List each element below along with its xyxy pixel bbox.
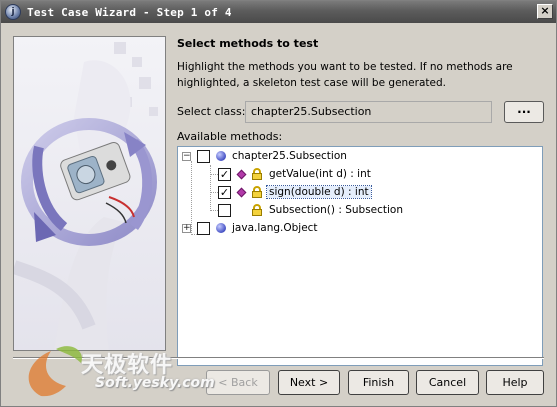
lock-icon bbox=[252, 168, 262, 180]
tree-checkbox[interactable] bbox=[197, 221, 210, 235]
browse-button[interactable]: ... bbox=[504, 101, 544, 123]
lock-icon bbox=[252, 204, 262, 216]
methods-tree[interactable]: − chapter25.Subsection ✓ getValue(int d)… bbox=[177, 146, 543, 366]
tree-checkbox[interactable] bbox=[197, 149, 210, 163]
tree-node-label: chapter25.Subsection bbox=[232, 150, 347, 162]
close-button[interactable]: × bbox=[537, 4, 553, 19]
select-class-row: Select class: chapter25.Subsection ... bbox=[177, 101, 547, 123]
cancel-button[interactable]: Cancel bbox=[416, 370, 479, 395]
tree-node-label: sign(double d) : int bbox=[266, 185, 372, 199]
tree-node-label: java.lang.Object bbox=[232, 222, 318, 234]
tree-node-method[interactable]: ✓ getValue(int d) : int bbox=[218, 165, 371, 183]
method-diamond-icon bbox=[236, 187, 247, 197]
finish-button[interactable]: Finish bbox=[348, 370, 409, 395]
tree-node-label: Subsection() : Subsection bbox=[269, 204, 404, 216]
tree-checkbox[interactable]: ✓ bbox=[218, 167, 231, 181]
page-description: Highlight the methods you want to be tes… bbox=[177, 61, 513, 89]
page-heading: Select methods to test bbox=[177, 37, 319, 50]
tree-guide-line bbox=[210, 165, 211, 211]
select-class-field[interactable]: chapter25.Subsection bbox=[245, 101, 492, 123]
available-methods-label: Available methods: bbox=[177, 130, 283, 143]
help-button[interactable]: Help bbox=[486, 370, 544, 395]
method-diamond-icon bbox=[236, 169, 247, 179]
wizard-illustration bbox=[13, 36, 166, 351]
next-button[interactable]: Next > bbox=[278, 370, 340, 395]
back-button[interactable]: < Back bbox=[206, 370, 270, 395]
tree-node-class[interactable]: + java.lang.Object bbox=[182, 219, 318, 237]
class-icon bbox=[216, 223, 226, 233]
tree-checkbox[interactable]: ✓ bbox=[218, 185, 231, 199]
window-title: Test Case Wizard - Step 1 of 4 bbox=[27, 5, 232, 19]
title-bar[interactable]: j Test Case Wizard - Step 1 of 4 × bbox=[1, 1, 556, 23]
wizard-window: j Test Case Wizard - Step 1 of 4 × Selec… bbox=[0, 0, 557, 407]
watermark-cn-text: 天极软件 bbox=[81, 353, 174, 378]
illustration-image bbox=[14, 37, 165, 350]
lock-icon bbox=[252, 186, 262, 198]
select-class-label: Select class: bbox=[177, 105, 246, 118]
expand-toggle[interactable]: + bbox=[182, 223, 191, 233]
tree-node-label: getValue(int d) : int bbox=[269, 168, 371, 180]
class-icon bbox=[216, 151, 226, 161]
tree-checkbox[interactable] bbox=[218, 203, 231, 217]
collapse-toggle[interactable]: − bbox=[182, 151, 191, 161]
wizard-content: Select methods to test Highlight the met… bbox=[177, 34, 547, 366]
tree-node-method[interactable]: ✓ sign(double d) : int bbox=[218, 183, 372, 201]
watermark-en-text: Soft.yesky.com bbox=[95, 375, 215, 391]
button-divider bbox=[13, 357, 544, 359]
tree-node-class[interactable]: − chapter25.Subsection bbox=[182, 147, 347, 165]
app-icon: j bbox=[5, 4, 21, 20]
tree-node-method[interactable]: Subsection() : Subsection bbox=[218, 201, 403, 219]
